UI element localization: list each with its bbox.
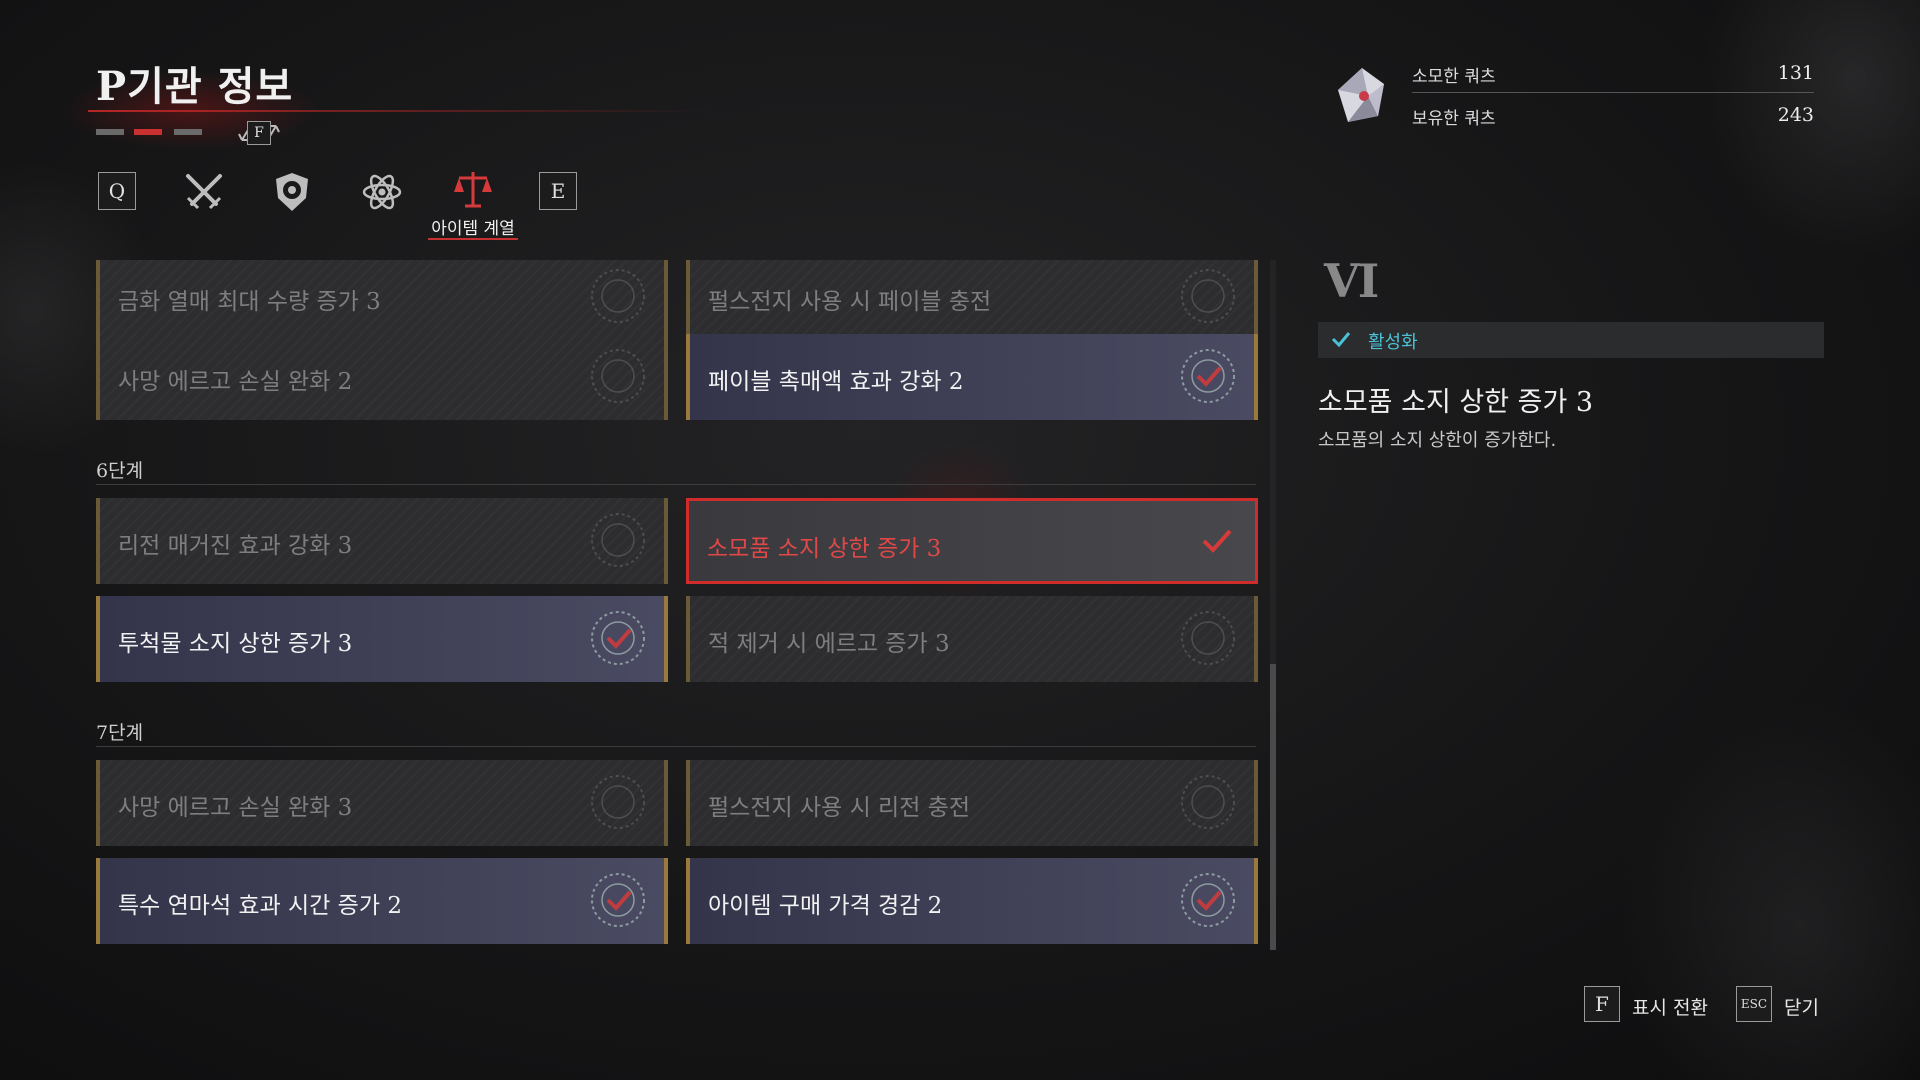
perk-label: 페이블 촉매액 효과 강화 2 (708, 369, 964, 395)
page-indicator-2[interactable] (134, 129, 162, 135)
perk-label: 아이템 구매 가격 경감 2 (708, 893, 943, 919)
detail-description: 소모품의 소지 상한이 증가한다. (1318, 430, 1557, 451)
status-text: 활성화 (1368, 332, 1418, 353)
spent-quartz-row: 소모한 쿼츠 131 (1412, 56, 1814, 96)
next-tab-key[interactable]: E (539, 172, 577, 210)
title-divider (88, 110, 708, 112)
perk-card-active[interactable]: 특수 연마석 효과 시간 증가 2 (96, 858, 668, 944)
stage-divider (96, 746, 1256, 747)
perk-label: 적 제거 시 에르고 증가 3 (708, 631, 950, 657)
check-icon (1331, 332, 1351, 348)
quartz-crystal-icon (1334, 66, 1390, 126)
tab-weapons[interactable] (180, 168, 228, 216)
page-indicator-1[interactable] (96, 129, 124, 135)
perk-label: 사망 에르고 손실 완화 2 (118, 369, 353, 395)
crossed-swords-icon (186, 174, 222, 210)
emblem-icon (591, 269, 645, 323)
toggle-key: F (1584, 986, 1620, 1022)
page-indicator-3[interactable] (174, 129, 202, 135)
resource-divider (1412, 92, 1814, 93)
perk-label: 펄스전지 사용 시 페이블 충전 (708, 289, 992, 315)
perk-list[interactable]: 금화 열매 최대 수량 증가 3 펄스전지 사용 시 페이블 충전 사망 에르고… (96, 260, 1266, 950)
emblem-icon (1181, 775, 1235, 829)
tab-skills[interactable] (358, 168, 406, 216)
perk-card-active[interactable]: 아이템 구매 가격 경감 2 (686, 858, 1258, 944)
perk-card[interactable]: 펄스전지 사용 시 페이블 충전 (686, 260, 1258, 340)
stage-label: 6단계 (96, 460, 144, 482)
perk-card[interactable]: 금화 열매 최대 수량 증가 3 (96, 260, 668, 340)
toggle-display-hint[interactable]: F 표시 전환 (1584, 986, 1714, 1024)
active-emblem-icon (591, 873, 645, 927)
close-hint[interactable]: ESC 닫기 (1736, 986, 1826, 1024)
perk-label: 투척물 소지 상한 증가 3 (118, 631, 353, 657)
stage-label: 7단계 (96, 722, 144, 744)
toggle-label: 표시 전환 (1632, 997, 1708, 1019)
tab-items[interactable] (449, 166, 497, 214)
checkmark-icon (1202, 529, 1232, 553)
owned-quartz-label: 보유한 쿼츠 (1412, 109, 1496, 129)
switch-page-key[interactable]: F (234, 118, 284, 148)
page-title: P기관 정보 (96, 63, 294, 110)
owned-quartz-value: 243 (1777, 104, 1814, 126)
tab-items-label: 아이템 계열 (431, 219, 515, 239)
active-emblem-icon (1181, 873, 1235, 927)
prev-tab-key[interactable]: Q (98, 172, 136, 210)
emblem-icon (1181, 611, 1235, 665)
spent-quartz-label: 소모한 쿼츠 (1412, 67, 1496, 87)
perk-label: 특수 연마석 효과 시간 증가 2 (118, 893, 402, 919)
perk-label: 사망 에르고 손실 완화 3 (118, 795, 353, 821)
emblem-icon (591, 349, 645, 403)
escape-key: ESC (1736, 986, 1772, 1022)
spent-quartz-value: 131 (1777, 62, 1814, 84)
perk-label: 리전 매거진 효과 강화 3 (118, 533, 353, 559)
switch-key-label: F (247, 121, 271, 145)
shield-emblem-icon (276, 173, 308, 211)
atom-icon (362, 174, 402, 210)
perk-card-selected[interactable]: 소모품 소지 상한 증가 3 (686, 498, 1258, 584)
scales-icon (454, 172, 492, 208)
perk-card-active[interactable]: 페이블 촉매액 효과 강화 2 (686, 334, 1258, 420)
close-label: 닫기 (1784, 997, 1819, 1019)
emblem-icon (1181, 269, 1235, 323)
perk-label: 펄스전지 사용 시 리전 충전 (708, 795, 971, 821)
perk-card[interactable]: 펄스전지 사용 시 리전 충전 (686, 760, 1258, 846)
status-bar: 활성화 (1318, 322, 1824, 358)
emblem-icon (591, 775, 645, 829)
perk-card[interactable]: 리전 매거진 효과 강화 3 (96, 498, 668, 584)
perk-card[interactable]: 적 제거 시 에르고 증가 3 (686, 596, 1258, 682)
scrollbar-thumb[interactable] (1270, 664, 1276, 950)
active-tab-underline (428, 238, 518, 240)
stage-divider (96, 484, 1256, 485)
tab-defense[interactable] (268, 168, 316, 216)
perk-label: 금화 열매 최대 수량 증가 3 (118, 289, 381, 315)
perk-card[interactable]: 사망 에르고 손실 완화 3 (96, 760, 668, 846)
detail-tier-numeral: VI (1324, 254, 1379, 308)
perk-card-active[interactable]: 투척물 소지 상한 증가 3 (96, 596, 668, 682)
detail-title: 소모품 소지 상한 증가 3 (1318, 387, 1594, 418)
active-emblem-icon (1181, 349, 1235, 403)
perk-card[interactable]: 사망 에르고 손실 완화 2 (96, 334, 668, 420)
emblem-icon (591, 513, 645, 567)
owned-quartz-row: 보유한 쿼츠 243 (1412, 98, 1814, 138)
active-emblem-icon (591, 611, 645, 665)
perk-label: 소모품 소지 상한 증가 3 (707, 536, 942, 562)
